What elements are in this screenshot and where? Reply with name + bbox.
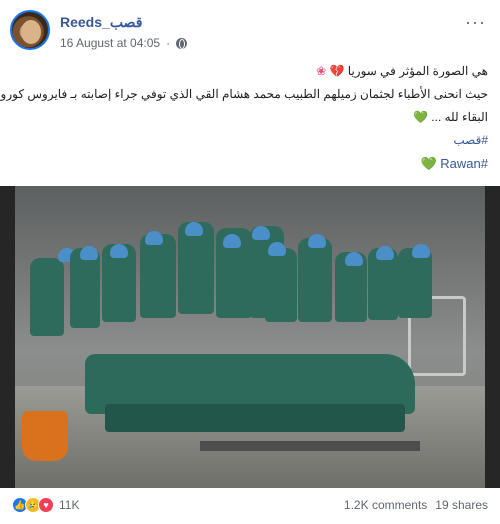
- shares-count[interactable]: 19 shares: [435, 498, 488, 512]
- photo-doctor: [30, 258, 64, 336]
- hashtag-rawan[interactable]: #Rawan: [440, 156, 488, 171]
- photo-doctor-cap: [110, 244, 128, 258]
- comments-count[interactable]: 1.2K comments: [344, 498, 427, 512]
- photo-doctor-cap: [252, 226, 270, 240]
- photo-doctor-cap: [308, 234, 326, 248]
- post-line-3-text: البقاء لله ...: [431, 110, 488, 124]
- reactions-summary[interactable]: 👍 😢 ♥ 11K: [12, 497, 79, 513]
- post-photo[interactable]: [0, 186, 500, 488]
- post-header: Reeds_قصب 16 August at 04:05 · ···: [10, 10, 490, 56]
- photo-doctor: [398, 248, 432, 318]
- photo-doctor: [140, 234, 176, 318]
- hashtag-line-1: #قصب: [12, 129, 488, 152]
- more-options-button[interactable]: ···: [465, 12, 486, 33]
- photo-doctor-cap: [145, 231, 163, 245]
- post-line-1-text: هي الصورة المؤثر في سوريا: [347, 64, 488, 78]
- green-heart-icon: 💚: [412, 110, 428, 124]
- photo-doctor: [70, 248, 100, 328]
- meta-separator: ·: [166, 36, 171, 50]
- photo-doctor-cap: [268, 242, 286, 256]
- author-name[interactable]: Reeds_قصب: [60, 14, 142, 31]
- photo-doctor-cap: [80, 246, 98, 260]
- facebook-post: Reeds_قصب 16 August at 04:05 · ··· هي ال…: [0, 0, 500, 524]
- engagement-stats: 1.2K comments 19 shares: [344, 498, 488, 512]
- post-meta: 16 August at 04:05 ·: [60, 36, 188, 50]
- photo-doctor: [298, 238, 332, 322]
- avatar-face: [21, 20, 41, 44]
- reaction-count[interactable]: 11K: [59, 498, 79, 512]
- post-line-3: البقاء لله ... 💚: [12, 106, 488, 129]
- hashtag-line-2: #Rawan 💚: [12, 152, 488, 175]
- photo-doctor: [265, 248, 297, 322]
- photo-doctor-cap: [185, 222, 203, 236]
- avatar[interactable]: [10, 10, 50, 50]
- broken-heart-icon: 💔: [329, 64, 345, 78]
- hashtag-qasab[interactable]: #قصب: [453, 133, 488, 147]
- photo-doctor-cap: [345, 252, 363, 266]
- post-footer: 👍 😢 ♥ 11K 1.2K comments 19 shares: [12, 494, 488, 516]
- photo-doctor-cap: [376, 246, 394, 260]
- photo-stretcher-shade: [105, 404, 405, 432]
- globe-icon: [176, 37, 188, 49]
- flower-icon: ❀: [316, 64, 327, 78]
- post-date[interactable]: 16 August at 04:05: [60, 36, 160, 50]
- photo-doctor-cap: [412, 244, 430, 258]
- photo-doctor-cap: [223, 234, 241, 248]
- photo-orange-bin: [22, 411, 68, 461]
- green-heart-icon-2: 💚: [420, 156, 437, 171]
- post-text: هي الصورة المؤثر في سوريا 💔 ❀ حيث انحنى …: [0, 60, 488, 175]
- love-reaction-icon: ♥: [38, 497, 54, 513]
- photo-stretcher-frame: [200, 441, 420, 451]
- post-line-1: هي الصورة المؤثر في سوريا 💔 ❀: [12, 60, 488, 83]
- post-line-2: حيث انحنى الأطباء لجثمان زميلهم الطبيب م…: [0, 87, 488, 101]
